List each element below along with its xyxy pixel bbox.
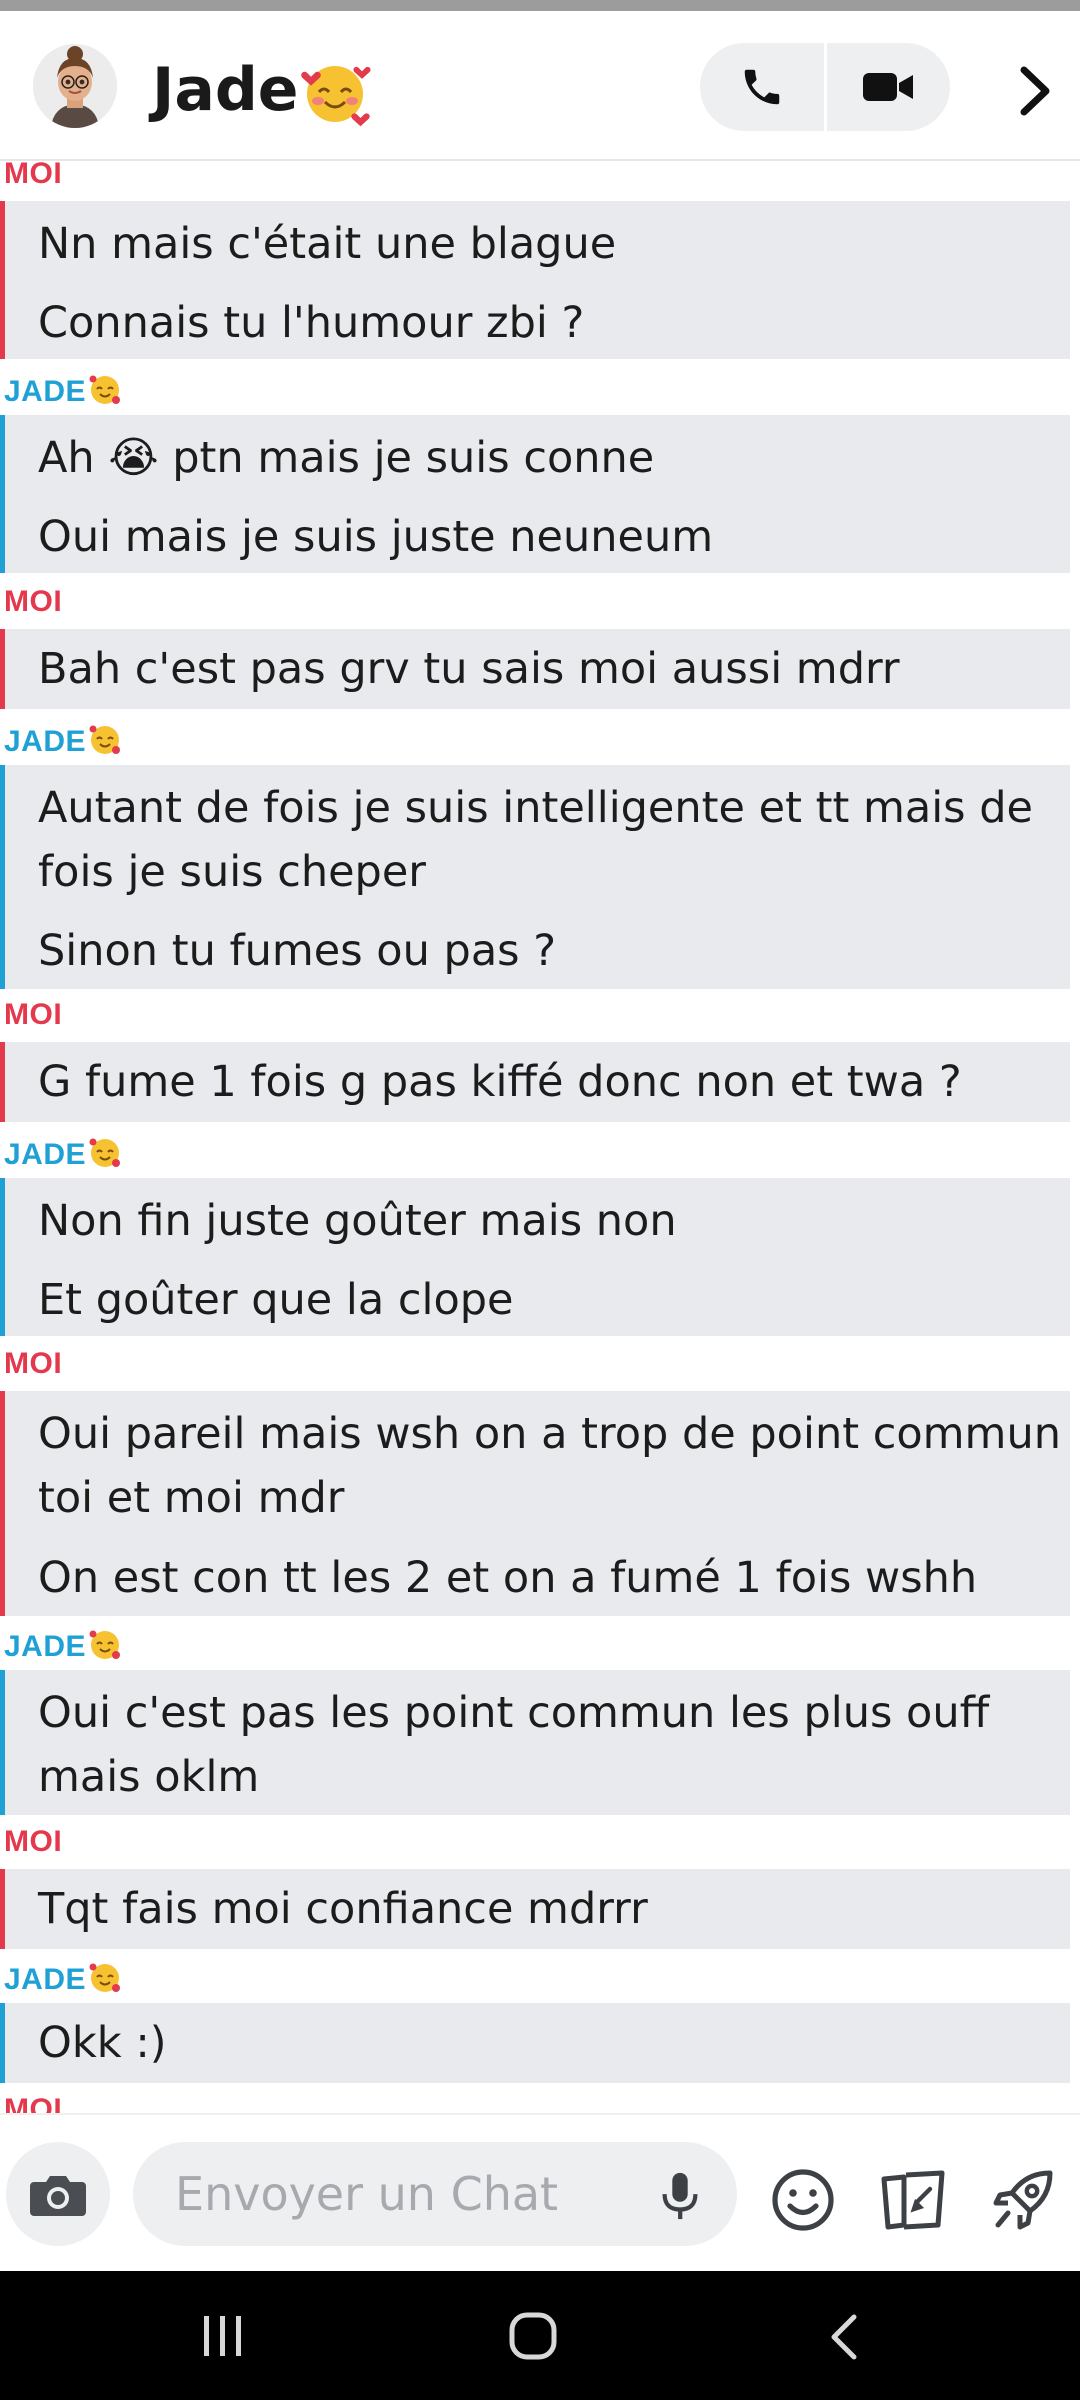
recent-apps-icon [204,2316,241,2356]
recent-apps-button[interactable] [200,2314,246,2362]
smiley-icon [772,2169,834,2231]
call-buttons [700,43,950,131]
message[interactable]: Oui c'est pas les point commun les plus … [38,1681,1068,1809]
chat-input[interactable] [133,2142,737,2246]
more-button[interactable] [1010,66,1060,116]
cards-button[interactable] [878,2167,948,2237]
message-group: Nn mais c'était une blague Connais tu l'… [0,201,1070,359]
chevron-right-icon [1020,66,1050,116]
message[interactable]: Oui mais je suis juste neuneum [38,505,1078,569]
message[interactable]: Nn mais c'était une blague [38,212,1078,276]
avatar[interactable] [33,44,117,128]
camera-icon [30,2176,86,2216]
message[interactable]: Connais tu l'humour zbi ? [38,291,1078,355]
rocket-button[interactable] [990,2167,1056,2237]
smiling-face-with-hearts-icon [87,371,123,415]
message[interactable]: Oui pareil mais wsh on a trop de point c… [38,1402,1068,1530]
message-group: Autant de fois je suis intelligente et t… [0,765,1070,989]
message[interactable]: Okk :) [38,2011,1078,2075]
sender-name: JADE [4,375,87,408]
message[interactable]: Sinon tu fumes ou pas ? [38,919,1078,983]
sender-label: MOI [4,1347,63,1380]
status-bar-strip [0,0,1080,11]
message-group: Oui c'est pas les point commun les plus … [0,1670,1070,1815]
home-icon [509,2312,557,2360]
phone-icon [744,69,779,105]
home-button[interactable] [508,2311,558,2365]
sender-name: JADE [4,725,87,758]
smiling-face-with-hearts-icon [87,1626,123,1670]
system-navigation-bar [0,2271,1080,2400]
smiling-face-with-hearts-icon [299,56,372,131]
sender-name: JADE [4,1963,87,1996]
voice-call-button[interactable] [700,43,824,131]
message[interactable]: Et goûter que la clope [38,1268,1078,1332]
chat-composer [0,2113,1080,2271]
message-group: Non fin juste goûter mais non Et goûter … [0,1178,1070,1336]
contact-name[interactable]: Jade [152,55,372,131]
message-group: Ah 😭 ptn mais je suis conne Oui mais je … [0,415,1070,573]
message[interactable]: Non fin juste goûter mais non [38,1189,1078,1253]
message-group: Oui pareil mais wsh on a trop de point c… [0,1391,1070,1616]
sender-label-cut: MOI [4,161,63,190]
message[interactable]: On est con tt les 2 et on a fumé 1 fois … [38,1546,1078,1610]
message-group: Tqt fais moi confiance mdrrr [0,1869,1070,1949]
microphone-icon [662,2172,698,2220]
message-group: Okk :) [0,2003,1070,2083]
microphone-button[interactable] [660,2171,700,2225]
cards-icon [881,2170,945,2230]
sender-label: MOI [4,998,63,1031]
video-call-button[interactable] [827,43,951,131]
sender-label-cut: MOI [4,2093,63,2113]
video-icon [863,73,914,101]
smiling-face-with-hearts-icon [87,1134,123,1178]
smiling-face-with-hearts-icon [87,721,123,765]
sender-label: MOI [4,585,63,618]
sender-label: JADE [4,721,123,765]
emoji-button[interactable] [770,2167,836,2237]
chat-thread[interactable]: MOI Nn mais c'était une blague Connais t… [0,161,1080,2113]
message-group: G fume 1 fois g pas kiffé donc non et tw… [0,1042,1070,1122]
message[interactable]: Tqt fais moi confiance mdrrr [38,1877,1078,1941]
message[interactable]: Bah c'est pas grv tu sais moi aussi mdrr [38,637,1078,701]
rocket-icon [993,2170,1053,2230]
message[interactable]: Autant de fois je suis intelligente et t… [38,776,1068,904]
sender-label: JADE [4,1626,123,1670]
message-group: Bah c'est pas grv tu sais moi aussi mdrr [0,629,1070,709]
sender-name: JADE [4,1138,87,1171]
camera-button[interactable] [6,2142,110,2246]
back-button[interactable] [824,2313,864,2365]
message[interactable]: G fume 1 fois g pas kiffé donc non et tw… [38,1050,1078,1114]
message[interactable]: Ah 😭 ptn mais je suis conne [38,426,1078,490]
smiling-face-with-hearts-icon [87,1959,123,2003]
sender-label: JADE [4,1959,123,2003]
sender-label: MOI [4,1825,63,1858]
sender-label: JADE [4,371,123,415]
chat-header: Jade [0,11,1080,161]
sender-label: JADE [4,1134,123,1178]
back-icon [831,2314,857,2360]
contact-name-text: Jade [152,55,299,125]
sender-name: JADE [4,1630,87,1663]
